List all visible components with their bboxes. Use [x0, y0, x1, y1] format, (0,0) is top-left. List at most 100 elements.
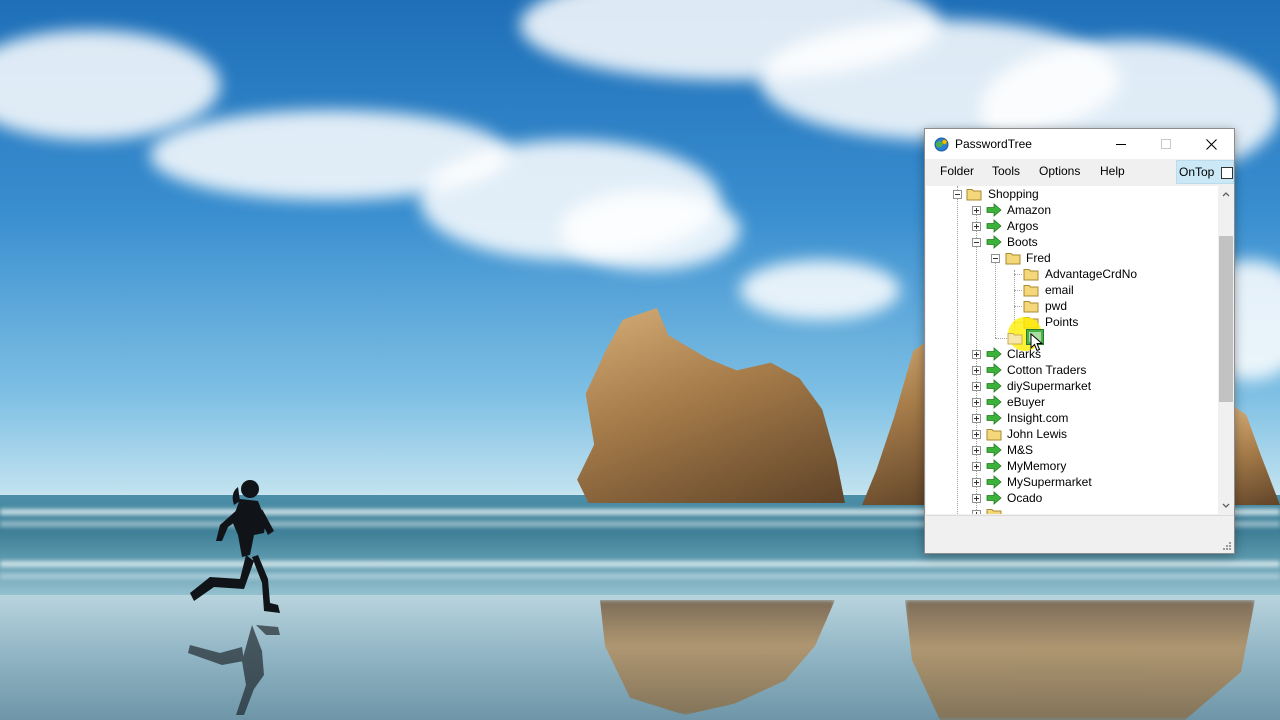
expand-toggle[interactable]: [972, 430, 981, 439]
runner-silhouette: [188, 480, 280, 715]
minimize-icon: [1115, 144, 1126, 145]
folder-icon: [1023, 301, 1039, 313]
tree-node-insight[interactable]: Insight.com: [926, 410, 1218, 426]
expand-toggle[interactable]: [972, 414, 981, 423]
green-arrow-icon: [986, 203, 1002, 217]
green-arrow-icon: [986, 347, 1002, 361]
scroll-down-button[interactable]: [1218, 498, 1234, 514]
expand-toggle[interactable]: [972, 206, 981, 215]
scroll-thumb[interactable]: [1219, 236, 1233, 402]
tree-node-label: John Lewis: [1007, 427, 1068, 441]
tree-node-label: MySupermarket: [1007, 475, 1092, 489]
green-arrow-icon: [986, 459, 1002, 473]
tree-node-mymemory[interactable]: MyMemory: [926, 458, 1218, 474]
folder-icon: [986, 429, 1002, 441]
chevron-down-icon: [1222, 503, 1230, 508]
tree-node-mysupermarket[interactable]: MySupermarket: [926, 474, 1218, 490]
sea-rock: [577, 308, 845, 503]
expand-toggle[interactable]: [972, 494, 981, 503]
tree-node-clarks[interactable]: Clarks: [926, 346, 1218, 362]
tree-node-boots[interactable]: Boots: [926, 234, 1218, 250]
globe-key-icon: [934, 137, 949, 152]
tree-node-label: M&S: [1007, 443, 1034, 457]
tree-node-email[interactable]: email: [926, 282, 1218, 298]
menu-folder[interactable]: Folder: [940, 164, 974, 178]
tree-node-label: Fred: [1026, 251, 1051, 265]
tree-node-john-lewis[interactable]: John Lewis: [926, 426, 1218, 442]
tree-node-pwd[interactable]: pwd: [926, 298, 1218, 314]
tree-node-label: Cotton Traders: [1007, 363, 1087, 377]
password-tree-view[interactable]: Shopping Amazon Argos Boots Fred Advanta…: [926, 186, 1218, 514]
menu-bar: Folder Tools Options Help OnTop: [925, 159, 1234, 185]
tree-node-advantagecrdno[interactable]: AdvantageCrdNo: [926, 266, 1218, 282]
ontop-toggle[interactable]: OnTop: [1176, 160, 1234, 184]
title-bar[interactable]: PasswordTree: [925, 129, 1234, 159]
tree-node-label: diySupermarket: [1007, 379, 1092, 393]
folder-icon: [1023, 285, 1039, 297]
expand-toggle[interactable]: [972, 366, 981, 375]
mouse-pointer-icon: [1030, 333, 1043, 352]
window-title: PasswordTree: [955, 137, 1032, 151]
status-panel: [926, 515, 1234, 553]
expand-toggle[interactable]: [972, 478, 981, 487]
folder-icon: [1023, 269, 1039, 281]
tree-node-label: email: [1045, 283, 1074, 297]
green-arrow-icon: [986, 411, 1002, 425]
tree-node-points[interactable]: Points: [926, 314, 1218, 330]
tree-node-label: AdvantageCrdNo: [1045, 267, 1138, 281]
close-button[interactable]: [1189, 129, 1234, 159]
expand-toggle[interactable]: [972, 462, 981, 471]
menu-help[interactable]: Help: [1100, 164, 1125, 178]
tree-node-label: Insight.com: [1007, 411, 1069, 425]
tree-node-label: eBuyer: [1007, 395, 1046, 409]
tree-node-label: Boots: [1007, 235, 1038, 249]
tree-node-label: Ocado: [1007, 491, 1043, 505]
green-arrow-icon: [986, 219, 1002, 233]
tree-node-amazon[interactable]: Amazon: [926, 202, 1218, 218]
tree-node-ocado[interactable]: Ocado: [926, 490, 1218, 506]
tree-node-ebuyer[interactable]: eBuyer: [926, 394, 1218, 410]
green-arrow-icon: [986, 379, 1002, 393]
tree-node-label: Points: [1045, 315, 1079, 329]
cloud: [0, 30, 220, 140]
expand-toggle[interactable]: [972, 398, 981, 407]
expand-toggle[interactable]: [972, 350, 981, 359]
expand-toggle[interactable]: [972, 510, 981, 514]
minimize-button[interactable]: [1098, 129, 1143, 159]
tree-node-m-and-s[interactable]: M&S: [926, 442, 1218, 458]
tree-node-fred[interactable]: Fred: [926, 250, 1218, 266]
rock-reflection: [905, 600, 1255, 720]
ontop-label: OnTop: [1179, 165, 1215, 179]
ontop-checkbox[interactable]: [1221, 167, 1233, 179]
tree-node-label: Amazon: [1007, 203, 1052, 217]
expand-toggle[interactable]: [972, 222, 981, 231]
menu-tools[interactable]: Tools: [992, 164, 1020, 178]
maximize-button[interactable]: [1143, 129, 1188, 159]
menu-options[interactable]: Options: [1039, 164, 1080, 178]
green-arrow-icon: [986, 443, 1002, 457]
scroll-up-button[interactable]: [1218, 186, 1234, 202]
tree-node-label: MyMemory: [1007, 459, 1067, 473]
cloud: [560, 190, 740, 270]
tree-node-argos[interactable]: Argos: [926, 218, 1218, 234]
tree-node-shopping[interactable]: Shopping: [926, 186, 1218, 202]
tree-node-partial[interactable]: [926, 506, 1218, 514]
expand-toggle[interactable]: [972, 382, 981, 391]
chevron-up-icon: [1222, 192, 1230, 197]
folder-icon: [1007, 333, 1023, 345]
expand-toggle[interactable]: [972, 446, 981, 455]
tree-node-cotton-traders[interactable]: Cotton Traders: [926, 362, 1218, 378]
sea-rock: [1232, 405, 1280, 505]
tree-scrollbar[interactable]: [1218, 186, 1234, 514]
collapse-toggle[interactable]: [991, 254, 1000, 263]
folder-icon: [986, 509, 1002, 514]
folder-icon: [966, 189, 982, 201]
green-arrow-icon: [986, 235, 1002, 249]
collapse-toggle[interactable]: [953, 190, 962, 199]
tree-node-diysupermarket[interactable]: diySupermarket: [926, 378, 1218, 394]
green-arrow-icon: [986, 491, 1002, 505]
green-arrow-icon: [986, 475, 1002, 489]
collapse-toggle[interactable]: [972, 238, 981, 247]
folder-icon: [1005, 253, 1021, 265]
resize-grip-icon[interactable]: [1221, 540, 1231, 550]
